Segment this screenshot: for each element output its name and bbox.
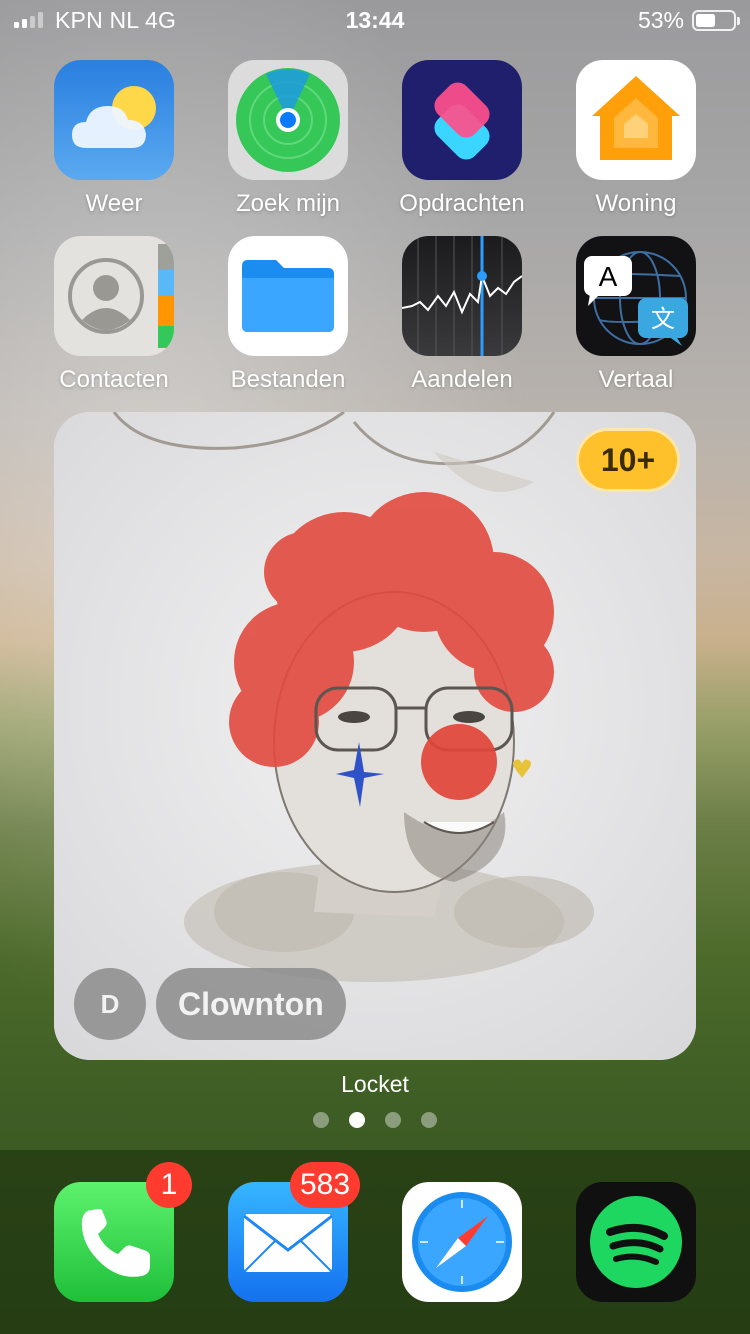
dock-app-phone[interactable]: 1 — [54, 1162, 192, 1302]
widget-label: Locket — [341, 1071, 409, 1097]
app-zoek-mijn[interactable]: Zoek mijn — [201, 60, 375, 218]
app-label: Zoek mijn — [235, 190, 341, 217]
weather-icon — [54, 60, 174, 180]
page-dot[interactable] — [385, 1112, 401, 1128]
page-dot[interactable] — [313, 1112, 329, 1128]
notification-badge: 583 — [290, 1162, 361, 1208]
app-aandelen[interactable]: Aandelen — [375, 236, 549, 394]
clown-portrait-photo — [54, 412, 696, 1060]
shortcuts-icon — [402, 60, 522, 180]
dock-app-spotify[interactable] — [576, 1182, 696, 1302]
app-label: Bestanden — [230, 366, 346, 393]
page-dot[interactable] — [421, 1112, 437, 1128]
app-woning[interactable]: Woning — [549, 60, 723, 218]
app-contacten[interactable]: Contacten — [27, 236, 201, 394]
app-label: Aandelen — [411, 366, 513, 393]
translate-icon: A 文 — [576, 236, 696, 356]
status-bar: KPN NL 4G 13:44 53% — [0, 0, 750, 40]
spotify-icon — [576, 1182, 696, 1302]
battery-percentage: 53% — [637, 7, 684, 33]
sender-avatar: D — [74, 968, 146, 1040]
svg-text:文: 文 — [651, 305, 675, 333]
app-label: Vertaal — [598, 366, 674, 393]
safari-icon — [402, 1182, 522, 1302]
svg-text:A: A — [599, 261, 618, 292]
find-my-icon — [228, 60, 348, 180]
page-dot-active[interactable] — [349, 1112, 365, 1128]
files-icon — [228, 236, 348, 356]
count-badge: 10+ — [576, 428, 680, 492]
app-label: Contacten — [59, 366, 169, 393]
app-weer[interactable]: Weer — [27, 60, 201, 218]
stocks-icon — [402, 236, 522, 356]
home-icon — [576, 60, 696, 180]
app-label: Weer — [85, 190, 143, 217]
locket-widget[interactable] — [54, 412, 696, 1060]
battery-icon — [692, 10, 740, 31]
dock-app-mail[interactable]: 583 — [228, 1162, 361, 1302]
app-opdrachten[interactable]: Opdrachten — [375, 60, 549, 218]
dock-app-safari[interactable] — [402, 1182, 522, 1302]
page-indicator[interactable] — [0, 1112, 750, 1128]
app-label: Woning — [595, 190, 677, 217]
caption-pill: Clownton — [156, 968, 346, 1040]
app-vertaal[interactable]: A 文 Vertaal — [549, 236, 723, 394]
contacts-icon — [54, 236, 174, 356]
app-bestanden[interactable]: Bestanden — [201, 236, 375, 394]
app-label: Opdrachten — [399, 190, 525, 217]
notification-badge: 1 — [146, 1162, 192, 1208]
